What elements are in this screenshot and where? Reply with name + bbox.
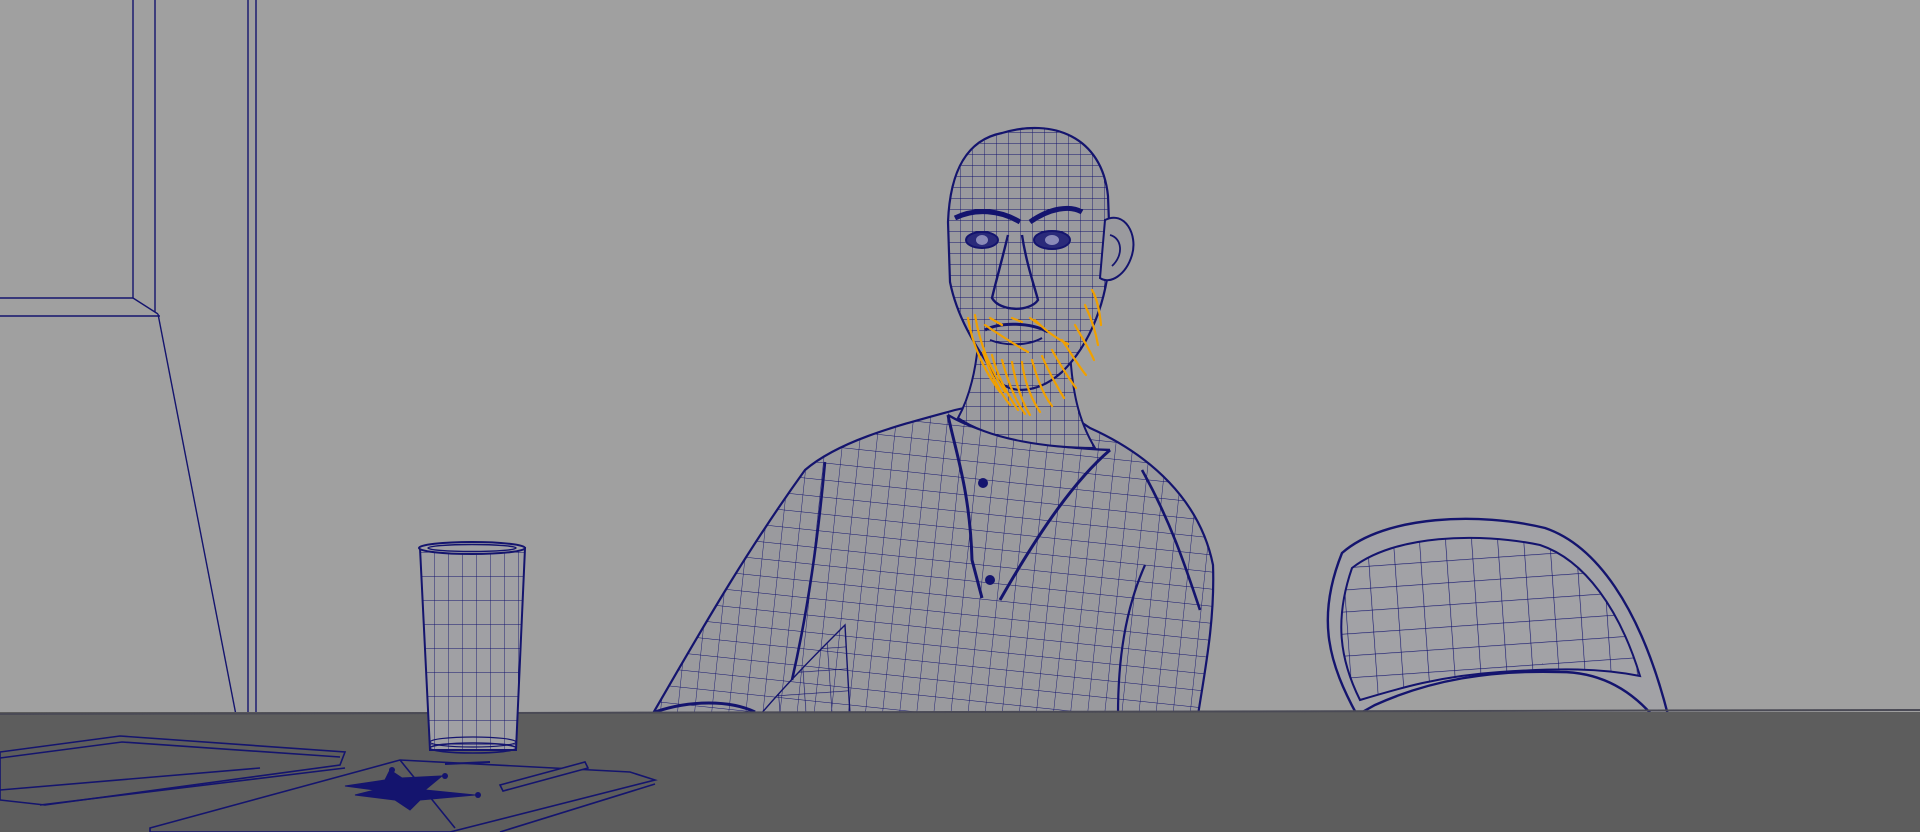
- character-bald-man[interactable]: [650, 402, 1215, 717]
- drinking-glass[interactable]: [418, 541, 527, 754]
- folding-chair[interactable]: [1326, 517, 1670, 717]
- wall-door-frame[interactable]: [0, 0, 257, 716]
- character-head[interactable]: [940, 110, 1135, 410]
- viewport-canvas[interactable]: [0, 0, 1920, 832]
- maya-viewport[interactable]: [0, 0, 1920, 832]
